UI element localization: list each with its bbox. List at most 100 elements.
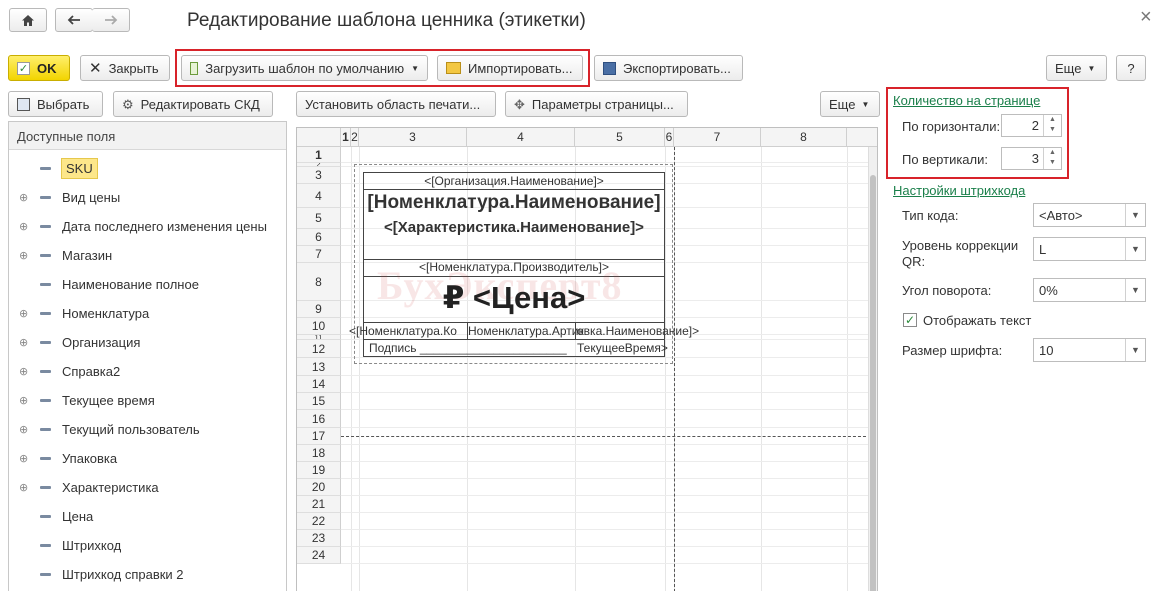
article-field-c[interactable]: овка.Наименование]>	[577, 324, 699, 338]
tree-item[interactable]: Штрихкод	[9, 535, 286, 555]
forward-button[interactable]	[92, 8, 130, 32]
characteristic-name-field[interactable]: <[Характеристика.Наименование]>	[363, 219, 665, 236]
field-icon	[40, 573, 51, 576]
close-window-icon[interactable]: ×	[1140, 6, 1152, 29]
signature-field[interactable]: Подпись ______________________	[369, 341, 567, 355]
help-button[interactable]: ?	[1116, 55, 1146, 81]
chevron-down-icon[interactable]: ▼	[1125, 339, 1145, 361]
expand-icon[interactable]: ⊕	[19, 481, 28, 494]
tree-item[interactable]: ⊕ Номенклатура	[9, 303, 286, 323]
tree-item-label: Текущее время	[62, 392, 155, 408]
edit-skd-button[interactable]: ⚙ Редактировать СКД	[113, 91, 273, 117]
row-header[interactable]: 8	[297, 263, 341, 301]
show-text-checkbox[interactable]: ✓	[903, 313, 917, 327]
column-header[interactable]: 1	[341, 128, 351, 147]
stepper-arrows-icon[interactable]: ▲ ▼	[1043, 115, 1061, 136]
font-size-select[interactable]: 10 ▼	[1033, 338, 1146, 362]
column-header[interactable]: 3	[359, 128, 467, 147]
expand-icon[interactable]: ⊕	[19, 191, 28, 204]
row-header[interactable]: 16	[297, 410, 341, 428]
current-time-field[interactable]: ТекущееВремя>	[577, 341, 668, 355]
column-header[interactable]: 2	[351, 128, 359, 147]
tree-item[interactable]: ⊕ Справка2	[9, 361, 286, 381]
rotation-select[interactable]: 0% ▼	[1033, 278, 1146, 302]
org-name-field[interactable]: <[Организация.Наименование]>	[363, 174, 665, 188]
row-header[interactable]: 9	[297, 301, 341, 318]
expand-icon[interactable]: ⊕	[19, 220, 28, 233]
tree-item[interactable]: Штрихкод справки 2	[9, 564, 286, 584]
expand-icon[interactable]: ⊕	[19, 249, 28, 262]
column-header[interactable]: 8	[761, 128, 847, 147]
page-parameters-button[interactable]: ✥ Параметры страницы...	[505, 91, 688, 117]
tree-item[interactable]: ⊕ Дата последнего изменения цены	[9, 216, 286, 236]
home-button[interactable]	[9, 8, 47, 32]
column-header[interactable]: 4	[467, 128, 575, 147]
correction-level-select[interactable]: L ▼	[1033, 237, 1146, 261]
barcode-section-title[interactable]: Настройки штрихкода	[893, 183, 1025, 198]
article-field-a[interactable]: <[Номенклатура.Ко	[349, 324, 457, 338]
horizontal-count-input[interactable]: 2 ▲ ▼	[1001, 114, 1062, 137]
row-header[interactable]: 14	[297, 376, 341, 393]
row-header[interactable]: 17	[297, 428, 341, 445]
tree-item[interactable]: ⊕ Магазин	[9, 245, 286, 265]
code-type-select[interactable]: <Авто> ▼	[1033, 203, 1146, 227]
vertical-scrollbar[interactable]	[868, 147, 877, 591]
more-button[interactable]: Еще ▼	[1046, 55, 1107, 81]
column-header[interactable]: 5	[575, 128, 665, 147]
row-header[interactable]: 15	[297, 393, 341, 410]
tree-item[interactable]: ⊕ Упаковка	[9, 448, 286, 468]
chevron-down-icon[interactable]: ▼	[1125, 238, 1145, 260]
row-header[interactable]: 24	[297, 547, 341, 564]
back-button[interactable]	[55, 8, 93, 32]
vertical-count-input[interactable]: 3 ▲ ▼	[1001, 147, 1062, 170]
row-header[interactable]: 22	[297, 513, 341, 530]
row-header[interactable]: 3	[297, 167, 341, 184]
row-header[interactable]: 12	[297, 340, 341, 358]
expand-icon[interactable]: ⊕	[19, 365, 28, 378]
set-print-area-button[interactable]: Установить область печати...	[296, 91, 496, 117]
row-header[interactable]: 20	[297, 479, 341, 496]
row-header[interactable]: 21	[297, 496, 341, 513]
row-header[interactable]: 7	[297, 246, 341, 263]
tree-item[interactable]: ⊕ Организация	[9, 332, 286, 352]
tree-item[interactable]: SKU	[9, 157, 286, 179]
row-header[interactable]: 4	[297, 184, 341, 208]
tree-item[interactable]: Цена	[9, 506, 286, 526]
expand-icon[interactable]: ⊕	[19, 423, 28, 436]
per-page-section-title[interactable]: Количество на странице	[893, 93, 1040, 108]
manufacturer-field[interactable]: <[Номенклатура.Производитель]>	[363, 260, 665, 274]
tree-item[interactable]: ⊕ Текущее время	[9, 390, 286, 410]
column-header[interactable]: 7	[674, 128, 761, 147]
price-field[interactable]: ₽ <Цена>	[363, 280, 665, 316]
row-header[interactable]: 10	[297, 318, 341, 335]
tree-item[interactable]: ⊕ Вид цены	[9, 187, 286, 207]
tree-item[interactable]: ⊕ Текущий пользователь	[9, 419, 286, 439]
tree-item[interactable]: ⊕ Характеристика	[9, 477, 286, 497]
template-spreadsheet[interactable]: 12345678 1234567891011121314151617181920…	[296, 127, 878, 591]
nomenclature-name-field[interactable]: [Номенклатура.Наименование]	[363, 192, 665, 214]
expand-icon[interactable]: ⊕	[19, 452, 28, 465]
select-button[interactable]: Выбрать	[8, 91, 103, 117]
expand-icon[interactable]: ⊕	[19, 307, 28, 320]
grid-line	[761, 147, 762, 591]
column-header[interactable]: 6	[665, 128, 674, 147]
row-header[interactable]: 19	[297, 462, 341, 479]
row-header[interactable]: 5	[297, 208, 341, 229]
expand-icon[interactable]: ⊕	[19, 394, 28, 407]
sheet-more-button[interactable]: Еще ▼	[820, 91, 880, 117]
scrollbar-thumb[interactable]	[870, 175, 876, 591]
chevron-down-icon[interactable]: ▼	[1125, 279, 1145, 301]
export-button[interactable]: Экспортировать...	[594, 55, 743, 81]
row-header[interactable]: 1	[297, 147, 341, 163]
tree-item[interactable]: Наименование полное	[9, 274, 286, 294]
ok-button[interactable]: ✓ OK	[8, 55, 70, 81]
row-header[interactable]: 23	[297, 530, 341, 547]
stepper-arrows-icon[interactable]: ▲ ▼	[1043, 148, 1061, 169]
chevron-down-icon[interactable]: ▼	[1125, 204, 1145, 226]
close-button[interactable]: ✕ Закрыть	[80, 55, 170, 81]
expand-icon[interactable]: ⊕	[19, 336, 28, 349]
row-header[interactable]: 13	[297, 358, 341, 376]
row-header[interactable]: 6	[297, 229, 341, 246]
article-field-b[interactable]: Номенклатура.Артик	[468, 324, 584, 338]
row-header[interactable]: 18	[297, 445, 341, 462]
